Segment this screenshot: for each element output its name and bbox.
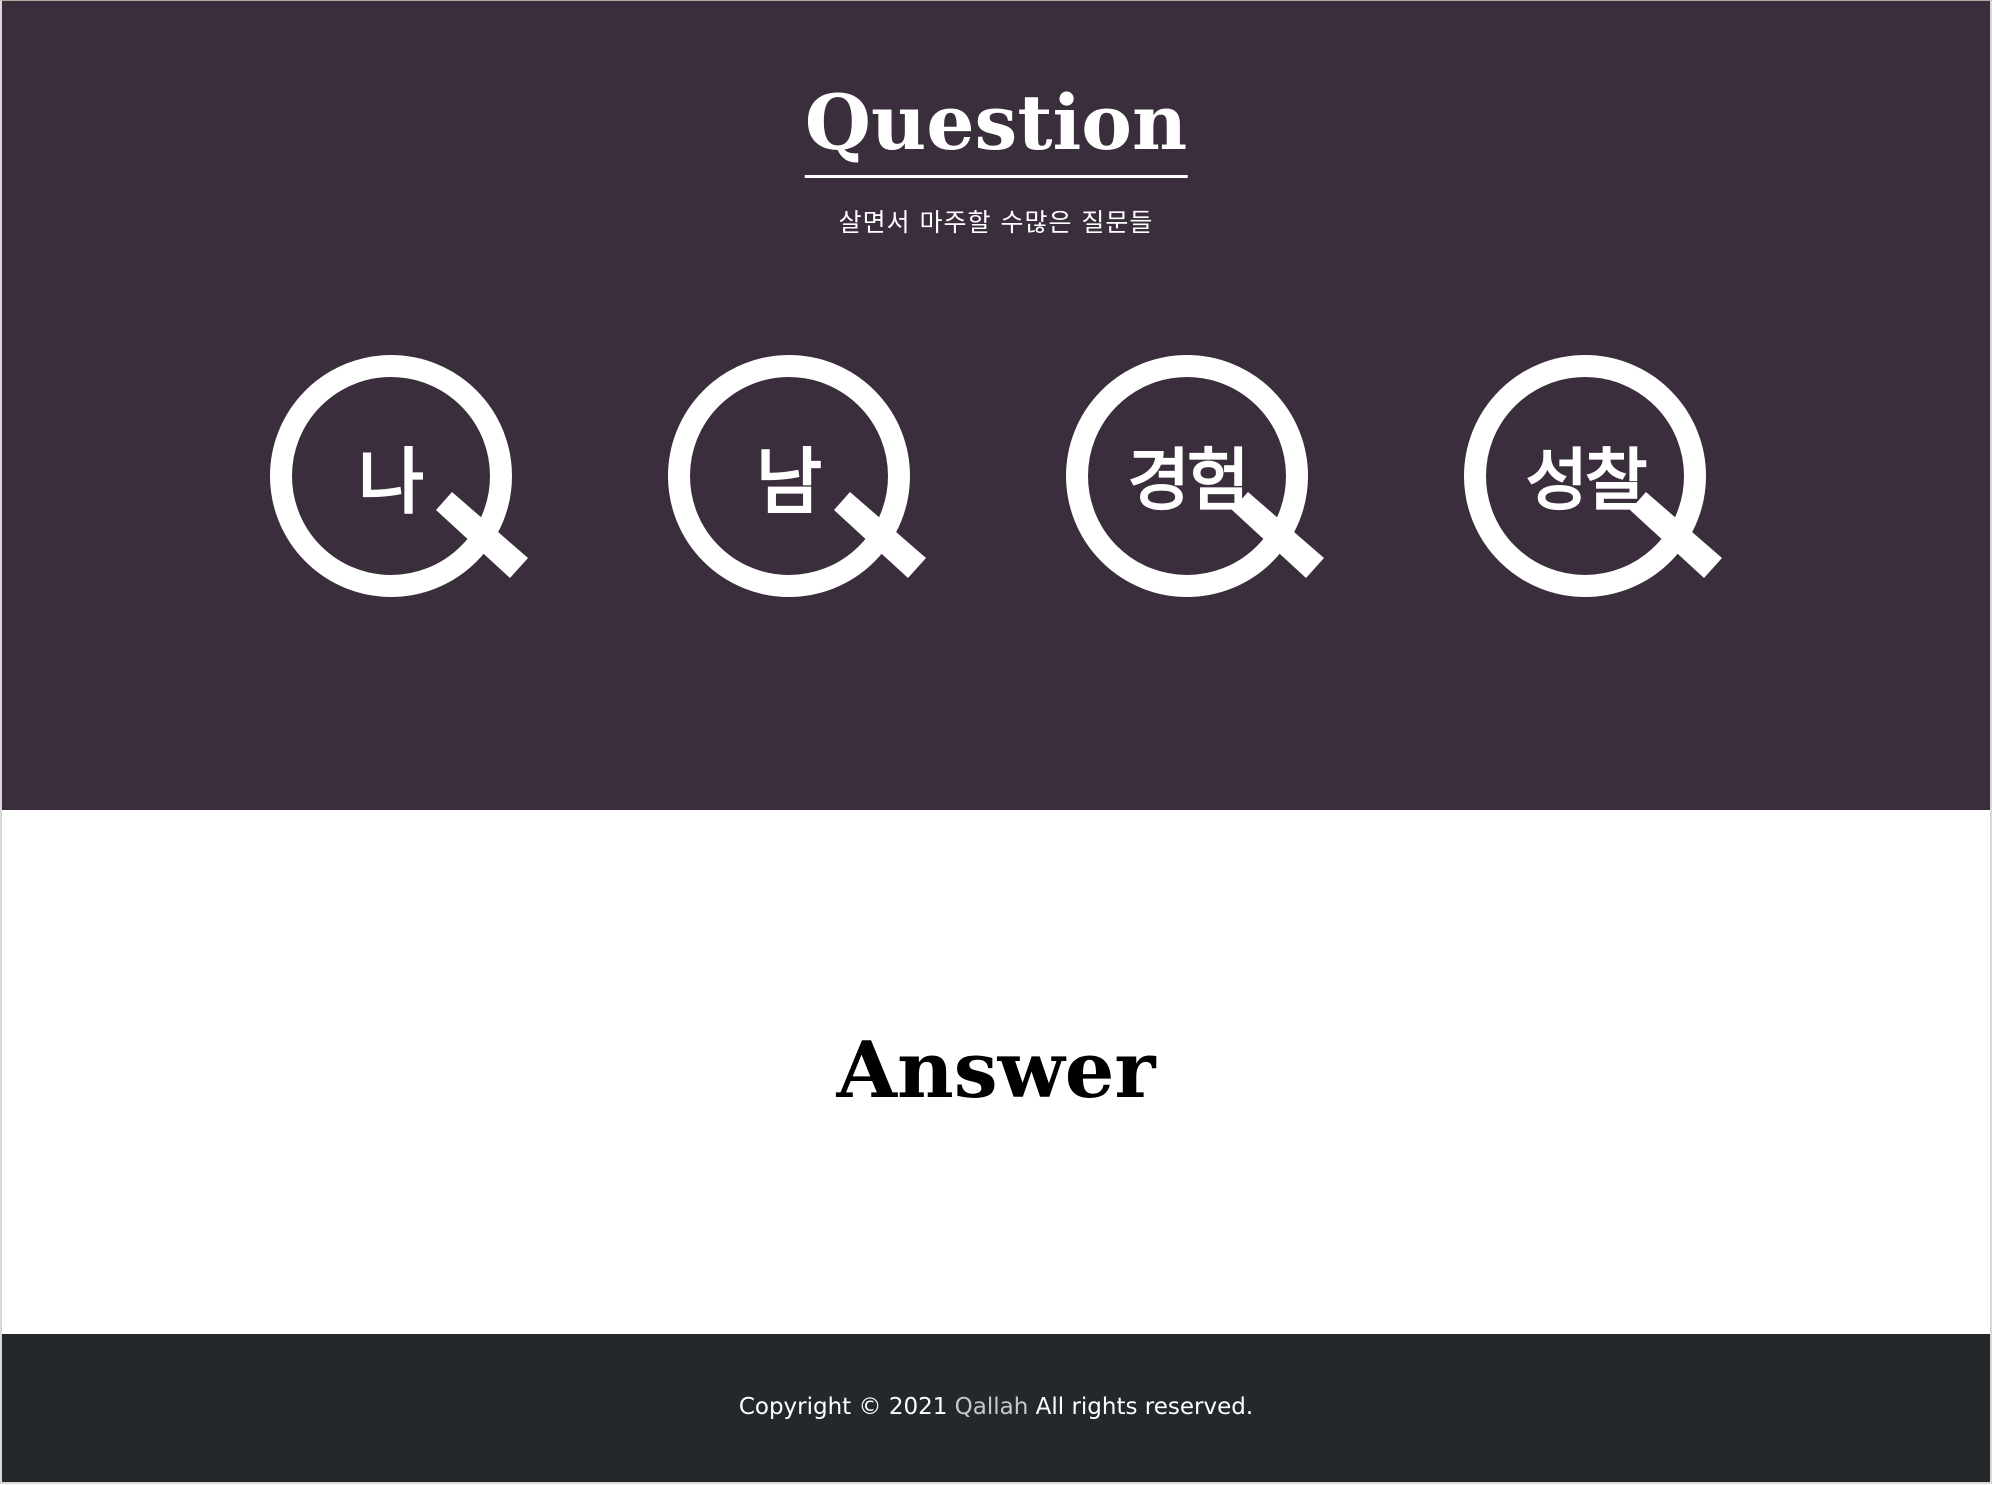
copyright-text: Copyright © 2021 Qallah All rights reser…: [2, 1390, 1990, 1424]
copyright-suffix: All rights reserved.: [1028, 1394, 1254, 1420]
footer: Copyright © 2021 Qallah All rights reser…: [2, 1334, 1990, 1482]
category-label: 경험: [1127, 442, 1249, 521]
question-title: Question: [804, 79, 1188, 178]
copyright-prefix: Copyright © 2021: [738, 1394, 955, 1420]
answer-title: Answer: [836, 1025, 1156, 1116]
category-seongchal-button[interactable]: 성찰: [1460, 351, 1730, 611]
category-label: 성찰: [1525, 442, 1647, 521]
page-frame: Question 살면서 마주할 수많은 질문들 나 남 경험 성찰 Answe…: [0, 0, 1992, 1484]
question-section: Question 살면서 마주할 수많은 질문들 나 남 경험 성찰: [2, 1, 1990, 810]
category-nam-button[interactable]: 남: [664, 351, 934, 611]
category-na-button[interactable]: 나: [266, 351, 536, 611]
category-gyeongheom-button[interactable]: 경험: [1062, 351, 1332, 611]
question-subtitle: 살면서 마주할 수많은 질문들: [838, 208, 1154, 237]
category-label: 남: [755, 440, 823, 524]
category-label: 나: [357, 440, 425, 524]
answer-section: Answer: [2, 810, 1990, 1334]
brand-link[interactable]: Qallah: [955, 1394, 1029, 1420]
